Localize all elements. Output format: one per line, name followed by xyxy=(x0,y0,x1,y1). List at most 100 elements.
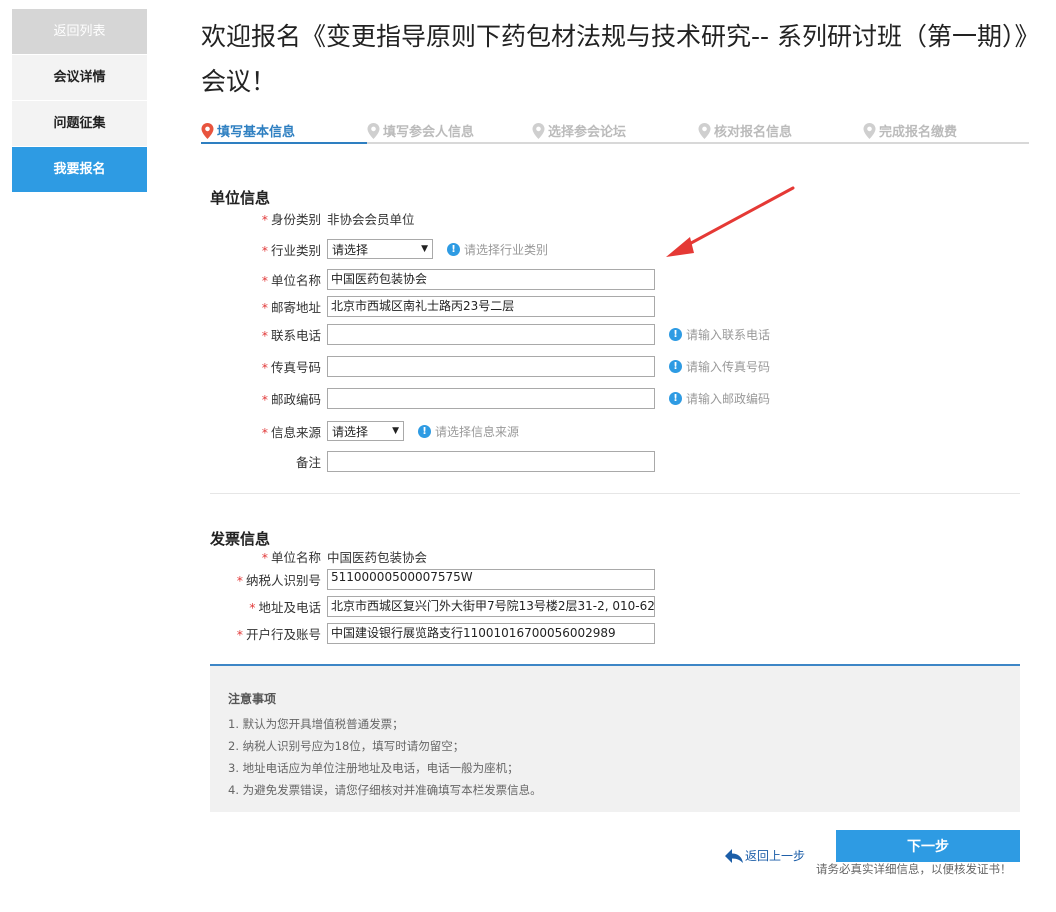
identity-row: * 身份类别 非协会会员单位 xyxy=(210,207,415,229)
note-item: 4. 为避免发票错误，请您仔细核对并准确填写本栏发票信息。 xyxy=(228,783,542,797)
bank-account-label: 开户行及账号 xyxy=(245,626,321,642)
info-icon: ! xyxy=(669,359,682,373)
required-mark: * xyxy=(261,424,268,440)
invoice-address-input[interactable]: 北京市西城区复兴门外大街甲7号院13号楼2层31-2, 010-62 xyxy=(327,595,655,617)
page-title: 欢迎报名《变更指导原则下药包材法规与技术研究-- 系列研讨班（第一期）》会议！ xyxy=(201,22,1040,96)
fax-row: * 传真号码 ! 请输入传真号码 xyxy=(210,355,770,377)
mail-address-label: 邮寄地址 xyxy=(270,299,321,315)
annotation-arrow-icon xyxy=(666,186,795,257)
required-mark: * xyxy=(261,327,268,343)
note-item: 2. 纳税人识别号应为18位，填写时请勿留空； xyxy=(228,739,465,753)
step-label: 核对报名信息 xyxy=(714,125,793,140)
remark-input[interactable] xyxy=(327,450,655,472)
industry-select[interactable]: 请选择 ▼ xyxy=(327,239,433,259)
invoice-name-value: 中国医药包装协会 xyxy=(327,549,428,565)
phone-hint: ! 请输入联系电话 xyxy=(669,326,770,343)
notes-panel: 注意事项 1. 默认为您开具增值税普通发票； 2. 纳税人识别号应为18位，填写… xyxy=(210,664,1020,812)
info-icon: ! xyxy=(669,327,682,341)
tax-id-row: * 纳税人识别号 51100000500007575W xyxy=(210,568,655,590)
back-arrow-icon xyxy=(725,848,743,863)
tax-id-label: 纳税人识别号 xyxy=(245,572,321,588)
required-mark: * xyxy=(261,391,268,407)
source-select[interactable]: 请选择 ▼ xyxy=(327,421,404,441)
info-icon: ! xyxy=(447,242,460,256)
required-mark: * xyxy=(261,211,268,227)
section-divider xyxy=(210,493,1020,494)
location-pin-icon xyxy=(367,122,380,139)
org-name-input[interactable]: 中国医药包装协会 xyxy=(327,268,655,290)
sidebar-item-back-to-list[interactable]: 返回列表 xyxy=(12,9,147,55)
dropdown-caret-icon: ▼ xyxy=(421,244,428,254)
remark-row: 备注 xyxy=(210,450,655,472)
back-step-label: 返回上一步 xyxy=(745,849,806,863)
phone-label: 联系电话 xyxy=(270,327,321,343)
notes-title: 注意事项 xyxy=(228,692,277,706)
progress-steps: 填写基本信息 填写参会人信息 选择参会论坛 核对报名信息 完成报名缴费 xyxy=(201,118,1029,144)
sidebar: 返回列表 会议详情 问题征集 我要报名 xyxy=(12,9,147,193)
invoice-name-row: * 单位名称 中国医药包装协会 xyxy=(210,545,427,567)
remark-label: 备注 xyxy=(295,454,321,470)
sidebar-item-question-collection[interactable]: 问题征集 xyxy=(12,101,147,147)
tax-id-input[interactable]: 51100000500007575W xyxy=(327,568,655,590)
identity-label: 身份类别 xyxy=(270,211,321,227)
industry-row: * 行业类别 请选择 ▼ ! 请选择行业类别 xyxy=(210,238,548,260)
required-mark: * xyxy=(261,272,268,288)
sidebar-item-register[interactable]: 我要报名 xyxy=(12,147,147,193)
fax-input[interactable] xyxy=(327,355,655,377)
location-pin-icon xyxy=(698,122,711,139)
location-pin-icon xyxy=(532,122,545,139)
mail-address-row: * 邮寄地址 北京市西城区南礼士路丙23号二层 xyxy=(210,295,655,317)
sidebar-item-meeting-details[interactable]: 会议详情 xyxy=(12,55,147,101)
required-mark: * xyxy=(261,242,268,258)
location-pin-icon xyxy=(201,122,214,139)
required-mark: * xyxy=(261,359,268,375)
org-name-row: * 单位名称 中国医药包装协会 xyxy=(210,268,655,290)
source-hint: ! 请选择信息来源 xyxy=(418,423,519,440)
step-verify-info: 核对报名信息 xyxy=(698,121,792,140)
step-label: 完成报名缴费 xyxy=(879,125,958,140)
source-row: * 信息来源 请选择 ▼ ! 请选择信息来源 xyxy=(210,420,519,442)
fax-hint: ! 请输入传真号码 xyxy=(669,358,770,375)
active-step-underline xyxy=(201,142,367,144)
fax-label: 传真号码 xyxy=(270,359,321,375)
step-label: 填写基本信息 xyxy=(217,125,296,140)
note-item: 1. 默认为您开具增值税普通发票； xyxy=(228,717,404,731)
next-step-button[interactable]: 下一步 xyxy=(836,830,1020,862)
info-icon: ! xyxy=(418,424,431,438)
info-icon: ! xyxy=(669,391,682,405)
industry-hint: ! 请选择行业类别 xyxy=(447,241,548,258)
required-mark: * xyxy=(261,299,268,315)
required-mark: * xyxy=(236,572,243,588)
step-basic-info: 填写基本信息 xyxy=(201,121,295,140)
invoice-address-row: * 地址及电话 北京市西城区复兴门外大街甲7号院13号楼2层31-2, 010-6… xyxy=(210,595,655,617)
required-mark: * xyxy=(249,599,256,615)
required-mark: * xyxy=(236,626,243,642)
phone-row: * 联系电话 ! 请输入联系电话 xyxy=(210,323,770,345)
zip-row: * 邮政编码 ! 请输入邮政编码 xyxy=(210,387,770,409)
footnote: 请务必真实详细信息，以便核发证书！ xyxy=(816,862,1012,876)
source-label: 信息来源 xyxy=(270,424,321,440)
step-complete-payment: 完成报名缴费 xyxy=(863,121,957,140)
step-select-forum: 选择参会论坛 xyxy=(532,121,626,140)
invoice-address-label: 地址及电话 xyxy=(258,599,321,615)
step-label: 填写参会人信息 xyxy=(383,125,475,140)
zip-input[interactable] xyxy=(327,387,655,409)
identity-value: 非协会会员单位 xyxy=(327,211,415,227)
step-attendee-info: 填写参会人信息 xyxy=(367,121,474,140)
zip-label: 邮政编码 xyxy=(270,391,321,407)
org-section-title: 单位信息 xyxy=(210,189,271,207)
phone-input[interactable] xyxy=(327,323,655,345)
step-label: 选择参会论坛 xyxy=(548,125,627,140)
invoice-name-label: 单位名称 xyxy=(270,549,321,565)
bank-account-row: * 开户行及账号 中国建设银行展览路支行11001016700056002989 xyxy=(210,622,655,644)
mail-address-input[interactable]: 北京市西城区南礼士路丙23号二层 xyxy=(327,295,655,317)
industry-label: 行业类别 xyxy=(270,242,321,258)
bank-account-input[interactable]: 中国建设银行展览路支行11001016700056002989 xyxy=(327,622,655,644)
required-mark: * xyxy=(261,549,268,565)
org-name-label: 单位名称 xyxy=(270,272,321,288)
back-step-link[interactable]: 返回上一步 xyxy=(724,847,805,864)
note-item: 3. 地址电话应为单位注册地址及电话，电话一般为座机； xyxy=(228,761,519,775)
location-pin-icon xyxy=(863,122,876,139)
zip-hint: ! 请输入邮政编码 xyxy=(669,390,770,407)
dropdown-caret-icon: ▼ xyxy=(392,426,399,436)
